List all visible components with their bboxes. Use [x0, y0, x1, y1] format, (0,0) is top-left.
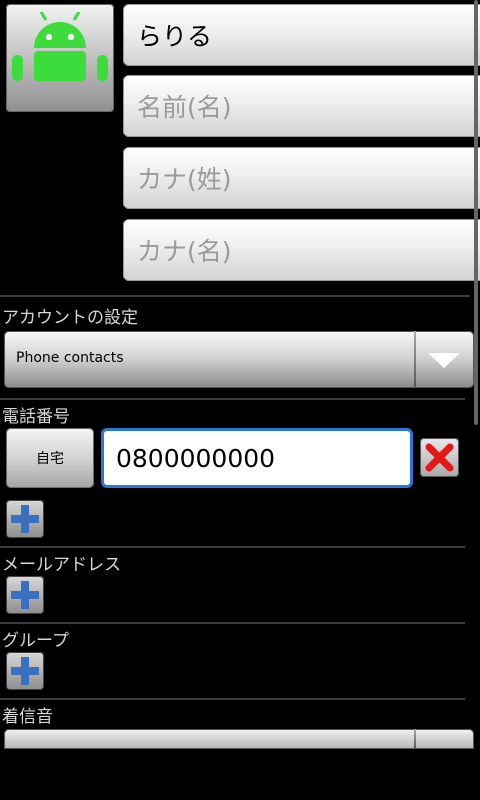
ringtone-section-label: 着信音 — [2, 707, 53, 727]
add-phone-button[interactable] — [6, 500, 44, 538]
phone-section-label: 電話番号 — [2, 407, 70, 427]
triangle-down-icon — [428, 353, 460, 368]
blue-plus-icon — [11, 581, 39, 609]
divider — [0, 698, 465, 700]
contact-edit-screen: らりる 名前(名) カナ(姓) カナ(名) アカウントの設定 Phone con… — [0, 0, 480, 800]
scrollbar[interactable] — [474, 0, 478, 425]
add-email-button[interactable] — [6, 576, 44, 614]
spinner-separator — [414, 729, 416, 749]
divider — [0, 295, 470, 297]
family-name-input[interactable]: らりる — [123, 4, 480, 66]
divider — [0, 546, 465, 548]
given-kana-input[interactable]: カナ(名) — [123, 219, 480, 281]
phone-type-button[interactable]: 自宅 — [6, 428, 94, 488]
account-section-label: アカウントの設定 — [2, 308, 138, 328]
blue-plus-icon — [11, 505, 39, 533]
phone-number-input[interactable]: 0800000000 — [101, 428, 413, 488]
account-spinner[interactable]: Phone contacts — [4, 331, 474, 388]
ringtone-spinner[interactable] — [4, 729, 474, 749]
family-kana-input[interactable]: カナ(姓) — [123, 147, 480, 209]
email-section-label: メールアドレス — [2, 555, 121, 575]
given-name-input[interactable]: 名前(名) — [123, 75, 480, 137]
account-spinner-value: Phone contacts — [16, 350, 124, 366]
android-robot-icon — [12, 12, 108, 81]
spinner-separator — [414, 331, 416, 388]
red-x-icon — [425, 443, 454, 472]
group-section-label: グループ — [2, 631, 69, 651]
divider — [0, 622, 465, 624]
contact-photo-button[interactable] — [6, 4, 114, 112]
blue-plus-icon — [11, 657, 39, 685]
remove-phone-button[interactable] — [420, 438, 459, 477]
add-group-button[interactable] — [6, 652, 44, 690]
divider — [0, 398, 465, 400]
